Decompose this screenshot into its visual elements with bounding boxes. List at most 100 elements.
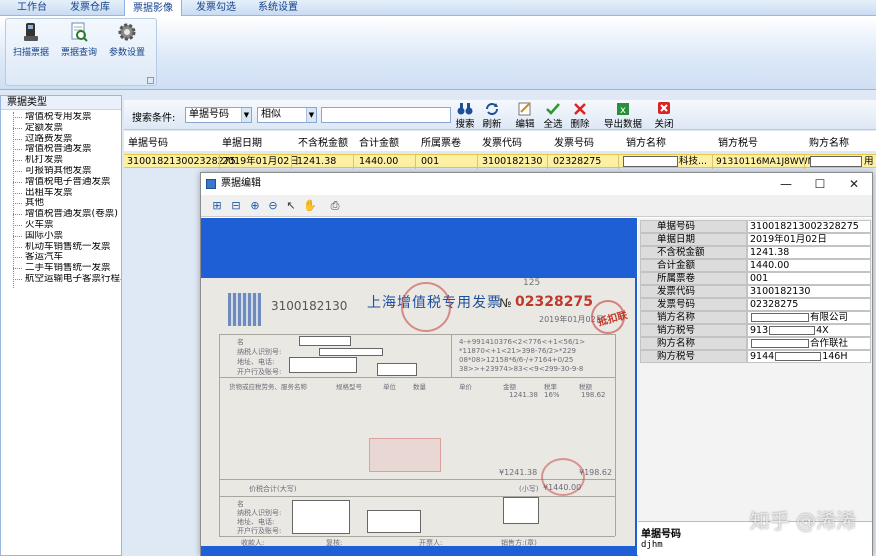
export-button[interactable]: x 导出数据 <box>602 102 644 130</box>
tree-item[interactable]: 二手车销售统一发票 <box>1 263 121 274</box>
tree-item[interactable]: 过路费发票 <box>1 134 121 145</box>
search-toolbar: 搜索条件: 单据号码 ▼ 相似 ▼ 搜索 刷新 编辑 全选 删除 x 导出数据 … <box>124 100 876 130</box>
zoom-in-icon[interactable]: ⊕ <box>247 198 263 214</box>
edit-icon <box>518 102 531 116</box>
cell-buyer-name: 用 <box>864 156 874 167</box>
col-total[interactable]: 合计金额 <box>359 134 399 149</box>
refresh-button[interactable]: 刷新 <box>481 102 503 130</box>
detail-key: 单据号码 <box>640 220 747 233</box>
deduction-stamp-text: 抵扣联 <box>596 310 629 329</box>
tab-invoice-warehouse[interactable]: 发票仓库 <box>62 0 118 16</box>
delete-button[interactable]: 删除 <box>569 102 591 130</box>
tree-item[interactable]: 定额发票 <box>1 123 121 134</box>
total-label: 价税合计(大写) <box>249 485 297 493</box>
chevron-down-icon: ▼ <box>306 108 316 122</box>
edit-button[interactable]: 编辑 <box>514 102 536 130</box>
detail-row: 所属票卷 001 <box>640 272 871 285</box>
redacted-box <box>367 510 421 533</box>
tab-system-settings[interactable]: 系统设置 <box>250 0 306 16</box>
tree-item[interactable]: 增值税电子普通发票 <box>1 177 121 188</box>
maximize-button[interactable]: ☐ <box>803 173 837 195</box>
number-prefix: № <box>499 296 512 310</box>
frame-line <box>219 334 615 335</box>
detail-value[interactable]: 1241.38 <box>747 246 871 259</box>
tree-item[interactable]: 机打发票 <box>1 155 121 166</box>
table-row[interactable]: 3100182130 02328275 2019年01月02日 1241.38 1… <box>124 154 876 169</box>
buyer-label-bank: 开户行及账号: <box>237 368 282 376</box>
select-all-button[interactable]: 全选 <box>542 102 564 130</box>
tree-item[interactable]: 其他 <box>1 198 121 209</box>
col-seller-name[interactable]: 销方名称 <box>626 134 666 149</box>
match-mode-select[interactable]: 相似 ▼ <box>257 107 317 123</box>
cipher-line: *11870<+1<21>398-76/2>*229 <box>459 347 576 355</box>
tree-item[interactable]: 客运汽车 <box>1 252 121 263</box>
group-launcher-icon[interactable] <box>147 77 154 84</box>
tree-item[interactable]: 可报销其他发票 <box>1 166 121 177</box>
tree-item[interactable]: 出租车发票 <box>1 188 121 199</box>
detail-value[interactable]: 02328275 <box>747 298 871 311</box>
tree-item[interactable]: 增值税专用发票 <box>1 112 121 123</box>
detail-value[interactable]: 9144 146H <box>747 350 871 363</box>
tab-invoice-image[interactable]: 票据影像 <box>124 0 182 17</box>
ribbon-panel: 扫描票据 票据查询 参数设置 <box>0 16 876 90</box>
query-button[interactable]: 票据查询 <box>56 21 102 65</box>
detail-value[interactable]: 913 4X <box>747 324 871 337</box>
buyer-label-tax: 纳税人识别号: <box>237 348 282 356</box>
close-button[interactable]: 关闭 <box>653 102 675 130</box>
tab-workbench[interactable]: 工作台 <box>8 0 56 16</box>
tree-item[interactable]: 火车票 <box>1 220 121 231</box>
invoice-image-viewer[interactable]: 3100182130 上海增值税专用发票 № 02328275 125 2019… <box>201 218 637 556</box>
item-tax: 198.62 <box>581 391 606 399</box>
chevron-down-icon: ▼ <box>241 108 251 122</box>
col-inv-code[interactable]: 发票代码 <box>482 134 522 149</box>
search-button[interactable]: 搜索 <box>454 102 476 130</box>
scan-button[interactable]: 扫描票据 <box>8 21 54 65</box>
col-doc-no[interactable]: 单据号码 <box>128 134 168 149</box>
fit-width-icon[interactable]: ⊟ <box>228 198 244 214</box>
detail-row: 发票号码 02328275 <box>640 298 871 311</box>
tab-invoice-check[interactable]: 发票勾选 <box>188 0 244 16</box>
cell-seller-name: 科技... <box>679 156 708 167</box>
tree-item[interactable]: 机动车销售统一发票 <box>1 242 121 253</box>
footer-reviewer: 复核: <box>326 539 343 546</box>
tree-item[interactable]: 增值税普通发票 <box>1 144 121 155</box>
tree-item[interactable]: 增值税普通发票(卷票) <box>1 209 121 220</box>
tree-item[interactable]: 航空运输电子客票行程单 <box>1 274 121 285</box>
pan-hand-icon[interactable]: ✋ <box>302 198 318 214</box>
scanner-icon <box>24 23 38 41</box>
search-input[interactable] <box>321 107 451 123</box>
search-field-select[interactable]: 单据号码 ▼ <box>185 107 252 123</box>
col-inv-no[interactable]: 发票号码 <box>554 134 594 149</box>
detail-value[interactable]: 310018213002328275 <box>747 220 871 233</box>
detail-row: 发票代码 3100182130 <box>640 285 871 298</box>
col-buyer-name[interactable]: 购方名称 <box>809 134 849 149</box>
detail-value[interactable]: 3100182130 <box>747 285 871 298</box>
detail-value[interactable]: 合作联社 <box>747 337 871 350</box>
detail-value-part: 146H <box>822 351 848 362</box>
document-search-icon <box>71 22 88 42</box>
print-icon[interactable]: ⎙ <box>327 198 343 214</box>
tree-item[interactable]: 国际小票 <box>1 231 121 242</box>
detail-value[interactable]: 1440.00 <box>747 259 871 272</box>
zoom-out-icon[interactable]: ⊖ <box>265 198 281 214</box>
fit-page-icon[interactable]: ⊞ <box>209 198 225 214</box>
item-col-rate: 税率 <box>544 383 557 391</box>
detail-key: 单据日期 <box>640 233 747 246</box>
redacted-box <box>319 348 383 356</box>
pointer-icon[interactable]: ↖ <box>283 198 299 214</box>
detail-value[interactable]: 有限公司 <box>747 311 871 324</box>
minimize-button[interactable]: — <box>769 173 803 195</box>
dialog-close-button[interactable]: ✕ <box>837 173 871 195</box>
detail-key: 销方税号 <box>640 324 747 337</box>
cipher-line: 08*08>12158*6/6-/+7164+0/25 <box>459 356 574 364</box>
col-volume[interactable]: 所属票卷 <box>421 134 461 149</box>
redacted-box <box>775 352 822 361</box>
settings-button[interactable]: 参数设置 <box>104 21 150 65</box>
search-condition-label: 搜索条件: <box>132 113 176 124</box>
detail-value[interactable]: 001 <box>747 272 871 285</box>
col-amount[interactable]: 不含税金额 <box>298 134 348 149</box>
col-seller-tax[interactable]: 销方税号 <box>718 134 758 149</box>
delete-x-icon <box>574 103 586 115</box>
col-date[interactable]: 单据日期 <box>222 134 262 149</box>
detail-value[interactable]: 2019年01月02日 <box>747 233 871 246</box>
